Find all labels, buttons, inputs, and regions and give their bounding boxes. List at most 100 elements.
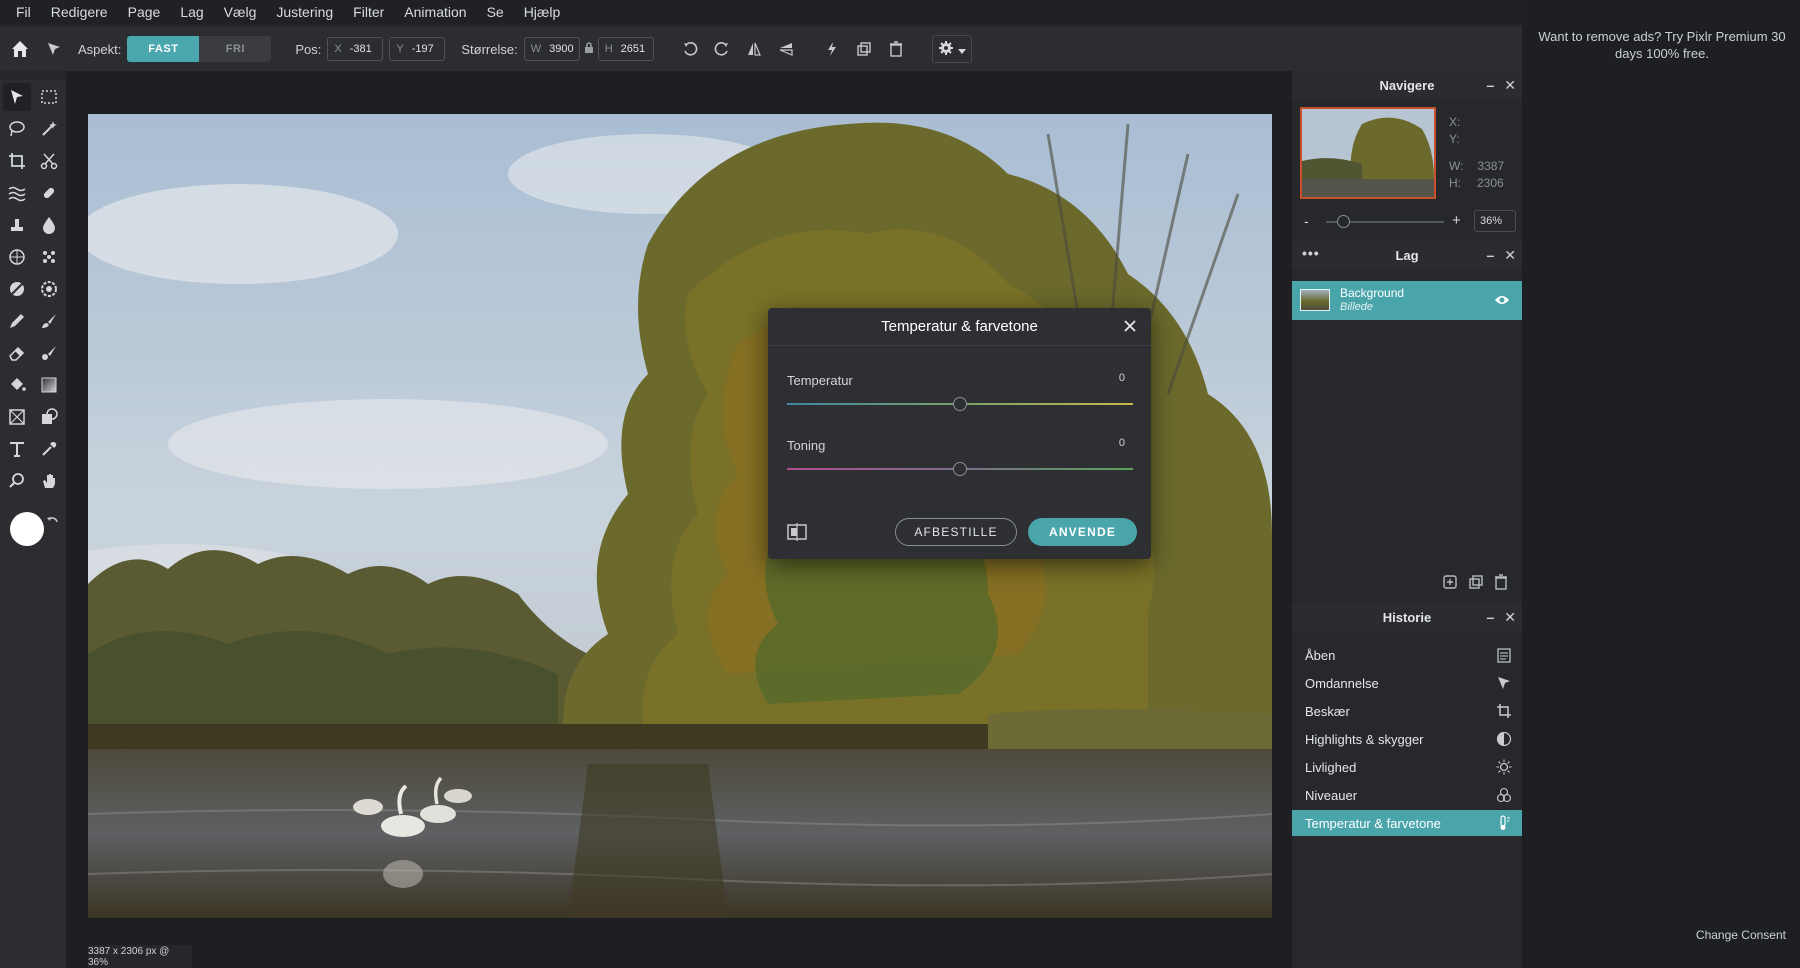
sponge-tool[interactable] bbox=[3, 243, 31, 271]
compare-icon[interactable] bbox=[786, 522, 808, 542]
menu-view[interactable]: Se bbox=[487, 4, 504, 20]
menu-edit[interactable]: Redigere bbox=[51, 4, 108, 20]
crop-tool[interactable] bbox=[3, 147, 31, 175]
layer-row-background[interactable]: Background Billede bbox=[1292, 281, 1522, 320]
menu-adjustment[interactable]: Justering bbox=[276, 4, 333, 20]
heal-tool[interactable] bbox=[35, 179, 63, 207]
tint-slider-row: Toning 0 bbox=[787, 437, 1133, 476]
arrow-pointer-icon bbox=[1496, 675, 1512, 691]
close-icon[interactable]: ✕ bbox=[1504, 247, 1516, 264]
history-item-vibrance[interactable]: Livlighed bbox=[1292, 754, 1522, 780]
zoom-in-button[interactable]: + bbox=[1452, 212, 1461, 229]
history-item-highlights-shadows[interactable]: Highlights & skygger bbox=[1292, 726, 1522, 752]
size-h-field[interactable]: H 2651 bbox=[597, 37, 654, 61]
clone-stamp-tool[interactable] bbox=[3, 211, 31, 239]
lasso-tool[interactable] bbox=[3, 115, 31, 143]
gradient-tool[interactable] bbox=[35, 371, 63, 399]
shape-tool[interactable] bbox=[35, 403, 63, 431]
menu-select[interactable]: Vælg bbox=[224, 4, 257, 20]
replace-color-tool[interactable] bbox=[35, 339, 63, 367]
magic-wand-tool[interactable] bbox=[35, 115, 63, 143]
text-tool[interactable] bbox=[3, 435, 31, 463]
tint-slider-handle[interactable] bbox=[953, 462, 967, 476]
brush-tool[interactable] bbox=[35, 307, 63, 335]
editor-app: Fil Redigere Page Lag Vælg Justering Fil… bbox=[0, 0, 1522, 968]
rotate-right-icon[interactable] bbox=[706, 33, 738, 65]
temperature-slider-handle[interactable] bbox=[953, 397, 967, 411]
temperature-value[interactable]: 0 bbox=[1119, 372, 1125, 384]
duplicate-layer-icon[interactable] bbox=[1468, 574, 1484, 595]
minimize-icon[interactable]: – bbox=[1486, 609, 1494, 626]
home-icon[interactable] bbox=[0, 27, 40, 71]
size-w-field[interactable]: W 3900 bbox=[523, 37, 580, 61]
pinch-tool[interactable] bbox=[35, 243, 63, 271]
settings-dropdown[interactable] bbox=[931, 35, 972, 63]
menu-page[interactable]: Page bbox=[128, 4, 161, 20]
blur-tool[interactable] bbox=[35, 211, 63, 239]
fill-tool[interactable] bbox=[3, 371, 31, 399]
aspect-fixed-button[interactable]: FAST bbox=[127, 36, 200, 62]
zoom-out-button[interactable]: - bbox=[1304, 213, 1309, 229]
premium-promo-text[interactable]: Want to remove ads? Try Pixlr Premium 30… bbox=[1534, 28, 1790, 62]
minimize-icon[interactable]: – bbox=[1486, 77, 1494, 94]
hand-tool[interactable] bbox=[35, 467, 63, 495]
pos-y-value: -197 bbox=[411, 43, 434, 55]
pos-x-field[interactable]: X -381 bbox=[327, 37, 384, 61]
minimize-icon[interactable]: – bbox=[1486, 247, 1494, 264]
flip-vertical-icon[interactable] bbox=[770, 33, 802, 65]
bloat-tool[interactable] bbox=[35, 275, 63, 303]
zoom-input[interactable]: 36% bbox=[1474, 210, 1516, 232]
history-item-crop[interactable]: Beskær bbox=[1292, 698, 1522, 724]
tint-value[interactable]: 0 bbox=[1119, 437, 1125, 449]
image-placeholder-tool[interactable] bbox=[3, 403, 31, 431]
add-layer-icon[interactable] bbox=[1442, 574, 1458, 595]
pos-y-field[interactable]: Y -197 bbox=[389, 37, 446, 61]
layer-name: Background bbox=[1340, 286, 1405, 300]
menu-layer[interactable]: Lag bbox=[180, 4, 203, 20]
more-options-icon[interactable]: ••• bbox=[1302, 245, 1320, 261]
canvas-status: 3387 x 2306 px @ 36% bbox=[88, 945, 192, 968]
highlights-shadows-icon bbox=[1496, 731, 1512, 747]
zoom-tool[interactable] bbox=[3, 467, 31, 495]
pen-tool[interactable] bbox=[3, 307, 31, 335]
navigator-thumbnail[interactable] bbox=[1300, 107, 1436, 199]
history-item-transform[interactable]: Omdannelse bbox=[1292, 670, 1522, 696]
swap-colors-icon[interactable] bbox=[46, 515, 60, 529]
apply-button[interactable]: ANVENDE bbox=[1028, 518, 1137, 546]
color-picker-tool[interactable] bbox=[35, 435, 63, 463]
duplicate-icon[interactable] bbox=[848, 33, 880, 65]
history-panel: Historie – ✕ Åben Omdannelse Beskær Highl… bbox=[1292, 603, 1522, 968]
aspect-free-button[interactable]: FRI bbox=[199, 36, 272, 62]
eye-icon[interactable] bbox=[1494, 293, 1510, 311]
liquify-tool[interactable] bbox=[3, 179, 31, 207]
close-icon[interactable] bbox=[1121, 317, 1139, 335]
menu-help[interactable]: Hjælp bbox=[524, 4, 561, 20]
menu-animation[interactable]: Animation bbox=[404, 4, 466, 20]
lock-ratio-icon[interactable] bbox=[584, 41, 594, 57]
delete-layer-icon[interactable] bbox=[1494, 574, 1508, 595]
history-item-temperature-tint[interactable]: Temperatur & farvetone bbox=[1292, 810, 1522, 836]
cancel-button[interactable]: AFBESTILLE bbox=[895, 518, 1017, 546]
menu-file[interactable]: Fil bbox=[16, 4, 31, 20]
auto-fix-icon[interactable] bbox=[816, 33, 848, 65]
history-item-levels[interactable]: Niveauer bbox=[1292, 782, 1522, 808]
foreground-color-swatch[interactable] bbox=[10, 512, 44, 546]
history-item-open[interactable]: Åben bbox=[1292, 642, 1522, 668]
dodge-tool[interactable] bbox=[3, 275, 31, 303]
delete-icon[interactable] bbox=[880, 33, 912, 65]
change-consent-link[interactable]: Change Consent bbox=[1696, 928, 1786, 942]
marquee-select-tool[interactable] bbox=[35, 83, 63, 111]
close-icon[interactable]: ✕ bbox=[1504, 609, 1516, 626]
menu-filter[interactable]: Filter bbox=[353, 4, 384, 20]
cutout-tool[interactable] bbox=[35, 147, 63, 175]
navigator-w: W: 3387 bbox=[1449, 159, 1505, 173]
document-icon bbox=[1496, 647, 1512, 663]
arrange-tool-icon[interactable] bbox=[40, 27, 68, 71]
flip-horizontal-icon[interactable] bbox=[738, 33, 770, 65]
aspect-toggle: FAST FRI bbox=[127, 36, 272, 62]
eraser-tool[interactable] bbox=[3, 339, 31, 367]
zoom-slider-handle[interactable] bbox=[1337, 215, 1350, 228]
rotate-left-icon[interactable] bbox=[674, 33, 706, 65]
arrange-tool[interactable] bbox=[3, 83, 31, 111]
close-icon[interactable]: ✕ bbox=[1504, 77, 1516, 94]
